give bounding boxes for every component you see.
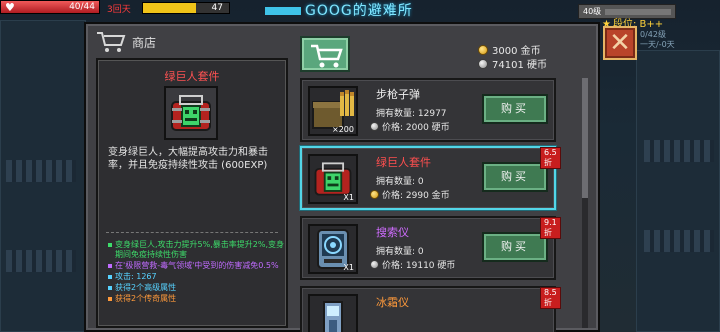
coin-balance: 74101 硬币 [478,56,547,71]
scrollbar-thumb[interactable] [582,78,588,198]
tab-shop[interactable] [300,36,350,72]
item-bundle-count: X1 [343,193,354,202]
level-progress-bar [605,8,672,15]
item-list-scrollbar[interactable] [582,78,588,328]
effect-line: 获得2个传奇属性 [108,294,284,304]
shop-item[interactable]: X1 搜索仪 拥有数量: 0 价格: 19110 硬币 购买 9.1折 [300,216,561,280]
health-bar: ♥ 40/44 [0,0,100,14]
discount-badge: 8.5折 [540,287,561,309]
item-icon-box: ×200 [308,86,358,136]
experience-bar: 47 [142,2,230,14]
item-bundle-count: ×200 [332,125,354,134]
rank-detail: 0/42级 一天/-0天 [640,30,675,49]
cart-icon [97,32,126,52]
item-owned-count: 拥有数量: 12977 [376,109,447,119]
cart-icon [311,44,343,68]
shop-item[interactable]: X1 绿巨人套件 拥有数量: 0 价格: 2990 金币 购买 6.5折 [300,146,561,210]
item-name: 绿巨人套件 [376,156,431,169]
item-icon-box: X1 [308,224,358,274]
experience-bar-fill [143,3,197,13]
buy-button[interactable]: 购买 [482,232,548,262]
shop-item[interactable]: 冰霜仪 8.5折 [300,286,561,332]
effect-line: 在'极限营救-毒气领域'中受到的伤害减免0.5% [108,261,284,271]
shop-title: 商店 [132,36,157,50]
effect-line: 变身绿巨人,攻击力提升5%,暴击率提升2%,变身期间免疫持续性伤害 [108,240,284,260]
item-price-text: 价格: 19110 硬币 [382,261,456,271]
experience-text: 47 [211,3,223,13]
item-price-text: 价格: 2000 硬币 [382,123,450,133]
buy-button[interactable]: 购买 [482,94,548,124]
silver-coin-icon [478,59,488,69]
effect-list: 变身绿巨人,攻击力提升5%,暴击率提升2%,变身期间免疫持续性伤害 在'极限营救-… [108,240,284,305]
item-detail-card: 绿巨人套件 变身绿巨人，大幅提高攻击力和暴击率，并且免疫持续性攻击 (600EX… [96,58,288,328]
shelter-title: GOOG的避难所 [265,0,413,20]
item-icon-box [308,294,358,332]
level-text: 40级 [583,7,602,16]
close-button[interactable]: ✕ [603,26,637,60]
heart-icon: ♥ [5,1,15,14]
item-icon-box: X1 [308,154,358,204]
item-price: 价格: 2000 硬币 [370,120,450,133]
detail-item-name: 绿巨人套件 [164,70,220,83]
item-name: 搜索仪 [376,226,409,239]
discount-badge: 6.5折 [540,147,561,169]
item-owned-count: 拥有数量: 0 [376,247,424,257]
buy-button[interactable]: 购买 [482,162,548,192]
title-decoration-bar [265,7,301,15]
shop-item-list[interactable]: ×200 步枪子弹 拥有数量: 12977 价格: 2000 硬币 购买 X1 … [294,76,588,332]
item-name: 冰霜仪 [376,296,409,309]
coin-balance-text: 74101 硬币 [492,60,547,71]
close-icon: ✕ [609,28,631,58]
discount-badge: 9.1折 [540,217,561,239]
item-price: 价格: 2990 金币 [370,188,450,201]
frost-device-icon [310,301,356,332]
item-owned-count: 拥有数量: 0 [376,177,424,187]
silver-coin-icon [370,260,379,269]
gold-coin-icon [478,45,488,55]
effect-line: 攻击: 1267 [108,272,284,282]
status-text: 3回天 [107,5,131,15]
gold-coin-icon [370,190,379,199]
silver-coin-icon [370,122,379,131]
gold-balance: 3000 金币 [478,42,541,57]
hulk-kit-icon [171,95,211,131]
shop-item[interactable]: ×200 步枪子弹 拥有数量: 12977 价格: 2000 硬币 购买 [300,78,556,142]
detail-item-image [164,86,218,140]
item-name: 步枪子弹 [376,88,420,101]
shelter-title-text: GOOG的避难所 [305,3,413,19]
health-text: 40/44 [69,2,95,12]
item-price: 价格: 19110 硬币 [370,258,455,271]
divider [106,232,278,233]
item-price-text: 价格: 2990 金币 [382,191,450,201]
detail-description: 变身绿巨人，大幅提高攻击力和暴击率，并且免疫持续性攻击 (600EXP) [108,147,268,171]
item-bundle-count: X1 [343,263,354,272]
effect-line: 获得2个高级属性 [108,283,284,293]
